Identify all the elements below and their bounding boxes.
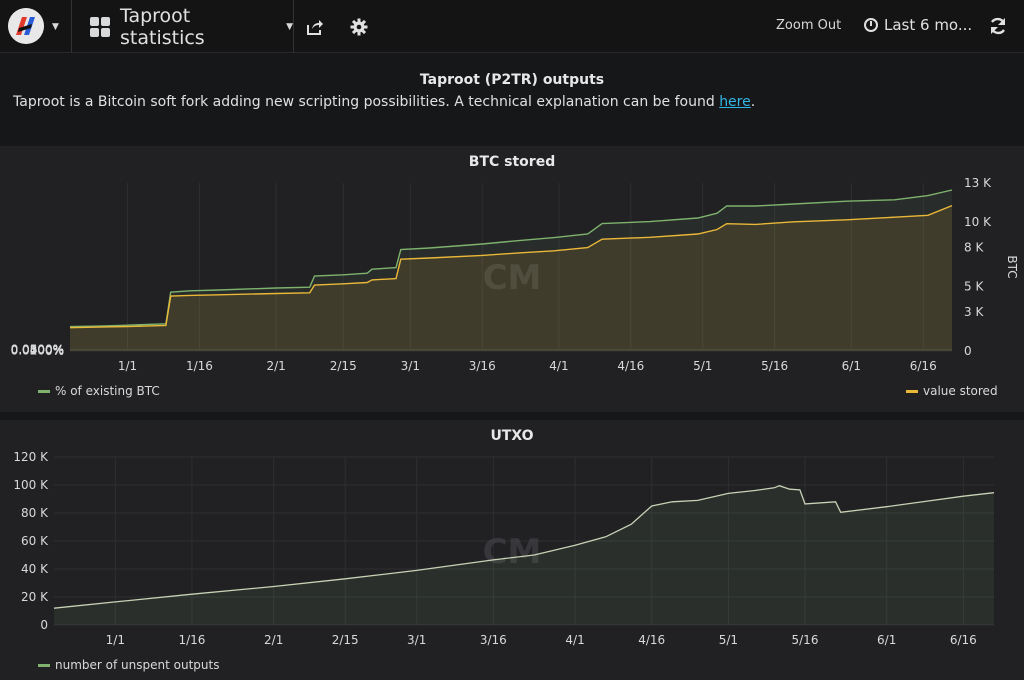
gear-icon: [350, 18, 368, 36]
intro-text-panel: Taproot (P2TR) outputs Taproot is a Bitc…: [0, 58, 1024, 140]
y-tick-label: 20 K: [21, 590, 49, 604]
x-tick-label: 3/1: [407, 633, 426, 647]
x-tick-label: 1/1: [106, 633, 125, 647]
x-tick-label: 5/1: [693, 359, 712, 373]
time-range-picker[interactable]: Last 6 mo...: [864, 16, 972, 34]
series-area-1: [70, 205, 952, 351]
x-tick-label: 4/1: [549, 359, 568, 373]
legend-item-pct-existing[interactable]: % of existing BTC: [38, 384, 160, 398]
intro-text: Taproot is a Bitcoin soft fork adding ne…: [13, 94, 755, 110]
x-tick-label: 6/16: [950, 633, 977, 647]
btc-stored-chart[interactable]: 0%0.0100%0.0200%0.0300%0.0400%0.0500%0.0…: [0, 146, 1024, 412]
x-tick-label: 5/16: [792, 633, 819, 647]
legend-item-value-stored[interactable]: value stored: [906, 384, 998, 398]
y-right-axis-label: BTC: [1005, 255, 1019, 278]
x-tick-label: 1/16: [178, 633, 205, 647]
y-tick-label: 0: [40, 618, 48, 632]
y-left-tick-label: 0.0600%: [11, 342, 64, 356]
refresh-icon: [990, 17, 1006, 35]
refresh-button[interactable]: [988, 16, 1008, 40]
x-tick-label: 5/1: [719, 633, 738, 647]
legend-swatch: [906, 389, 918, 393]
top-navbar: ▼ Taproot statistics ▼ Zoom Out Last 6 m…: [0, 0, 1024, 53]
x-tick-label: 4/1: [565, 633, 584, 647]
x-tick-label: 4/16: [638, 633, 665, 647]
x-tick-label: 4/16: [617, 359, 644, 373]
intro-text-before: Taproot is a Bitcoin soft fork adding ne…: [13, 94, 720, 110]
btc-stored-panel: BTC stored 0% 0.0100% 0.0200% 0.0300% 0.0400…: [0, 146, 1024, 412]
x-tick-label: 3/16: [469, 359, 496, 373]
legend-label-value-stored: value stored: [923, 384, 998, 398]
dashboard-grid-icon: [90, 16, 110, 37]
app-logo-menu[interactable]: ▼: [0, 0, 72, 53]
x-tick-label: 3/1: [401, 359, 420, 373]
x-tick-label: 1/1: [118, 359, 137, 373]
clock-icon: [864, 18, 878, 32]
utxo-panel: UTXO 0 20 K 40 K 60 K 80 K 100 K 120 K 1/1 1/16 2…: [0, 420, 1024, 680]
dashboard-title[interactable]: Taproot statistics: [120, 5, 278, 49]
y-tick-label: 100 K: [13, 478, 49, 492]
y-right-tick-label: 13 K: [964, 176, 992, 190]
zoom-out-button[interactable]: Zoom Out: [776, 18, 841, 33]
time-range-label: Last 6 mo...: [884, 16, 973, 34]
y-tick-label: 120 K: [13, 450, 49, 464]
legend-label-unspent-outputs: number of unspent outputs: [55, 658, 220, 672]
chevron-down-icon: ▼: [286, 21, 293, 32]
x-tick-label: 2/1: [264, 633, 283, 647]
legend-label-pct-existing: % of existing BTC: [55, 384, 160, 398]
y-tick-label: 60 K: [21, 534, 49, 548]
y-right-tick-label: 8 K: [964, 241, 984, 255]
legend-item-unspent-outputs[interactable]: number of unspent outputs: [38, 658, 219, 672]
x-tick-label: 3/16: [480, 633, 507, 647]
x-tick-label: 1/16: [186, 359, 213, 373]
y-right-tick-label: 10 K: [964, 215, 992, 229]
intro-title: Taproot (P2TR) outputs: [419, 72, 605, 88]
y-tick-label: 80 K: [21, 506, 49, 520]
legend-swatch: [38, 389, 50, 393]
share-icon: [307, 20, 323, 35]
x-tick-label: 6/16: [910, 359, 937, 373]
legend-swatch: [38, 663, 50, 667]
y-tick-label: 40 K: [21, 562, 49, 576]
y-right-tick-label: 5 K: [964, 279, 984, 293]
app-logo-icon[interactable]: [8, 8, 44, 44]
settings-button[interactable]: [346, 14, 372, 40]
intro-text-after: .: [750, 94, 756, 110]
utxo-chart[interactable]: 0 20 K 40 K 60 K 80 K 100 K 120 K 1/1 1/16 2/1 2/1…: [0, 420, 1024, 680]
y-right-tick-label: 3 K: [964, 305, 984, 319]
x-tick-label: 6/1: [877, 633, 896, 647]
logo-caret-icon[interactable]: ▼: [52, 22, 59, 32]
dashboard-picker[interactable]: Taproot statistics ▼: [80, 0, 294, 53]
y-right-tick-label: 0: [964, 344, 972, 358]
share-button[interactable]: [302, 14, 328, 40]
x-tick-label: 5/16: [761, 359, 788, 373]
explanation-link[interactable]: here: [719, 94, 751, 110]
x-tick-label: 2/1: [266, 359, 285, 373]
x-tick-label: 2/15: [330, 359, 357, 373]
x-tick-label: 6/1: [842, 359, 861, 373]
x-tick-label: 2/15: [332, 633, 359, 647]
